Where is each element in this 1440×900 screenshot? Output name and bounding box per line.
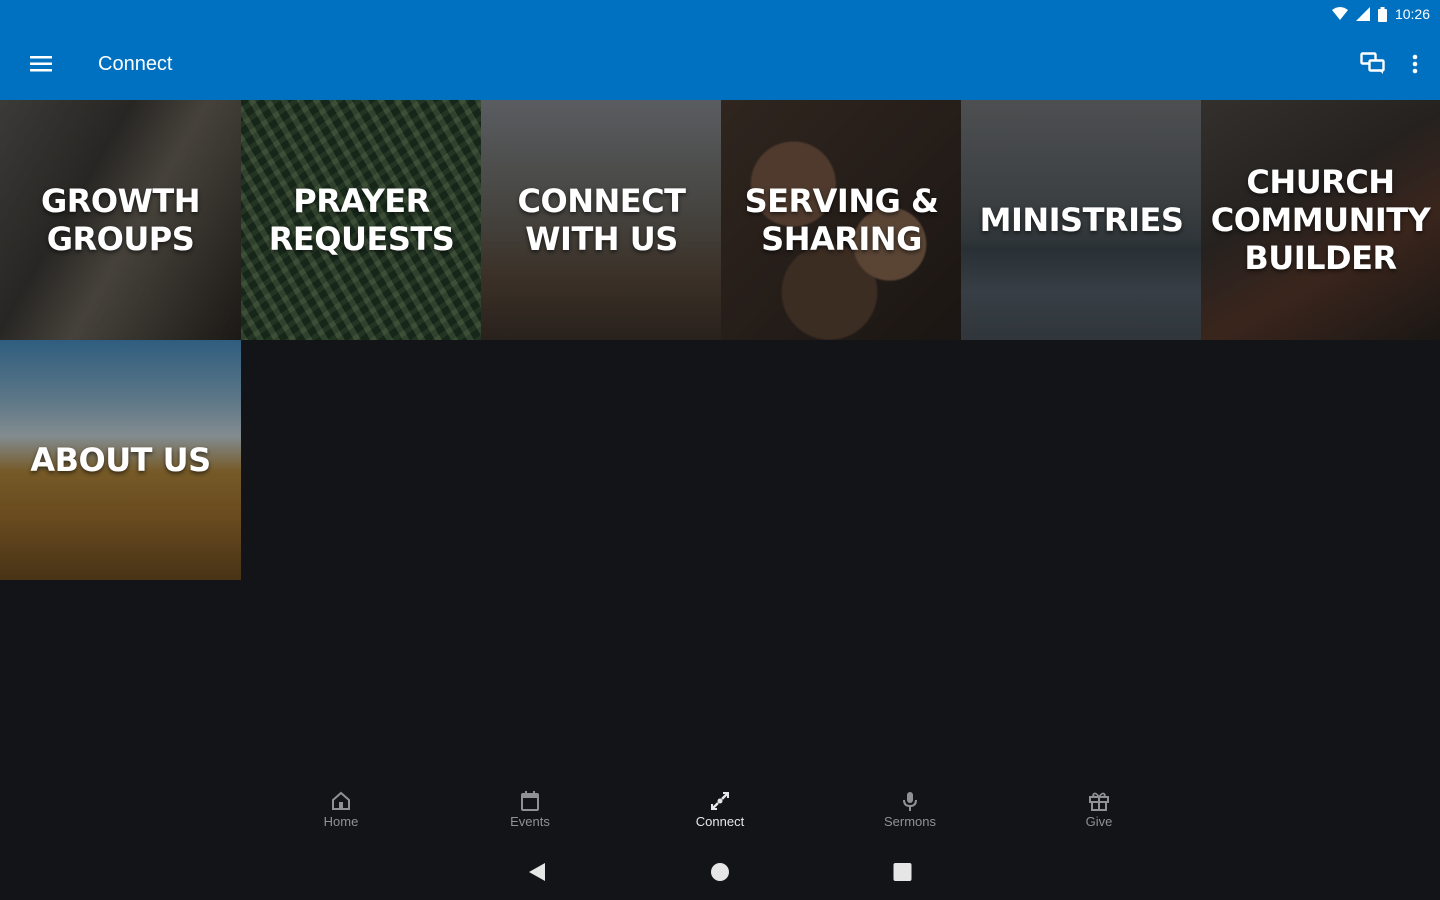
tile-label: Connect With Us	[517, 182, 686, 258]
tile-connect-with-us[interactable]: Connect With Us	[481, 100, 722, 340]
hamburger-menu-icon[interactable]	[0, 55, 82, 73]
nav-item-connect[interactable]: Connect	[660, 790, 780, 829]
nav-label: Give	[1085, 814, 1113, 829]
more-vert-icon[interactable]	[1412, 54, 1418, 74]
tile-church-community-builder[interactable]: Church Community Builder	[1201, 100, 1440, 340]
tile-ministries[interactable]: Ministries	[961, 100, 1202, 340]
tile-prayer-requests[interactable]: Prayer Requests	[241, 100, 482, 340]
page-title: Connect	[98, 52, 173, 75]
tile-about-us[interactable]: About Us	[0, 340, 241, 580]
nav-item-sermons[interactable]: Sermons	[850, 790, 970, 829]
microphone-icon	[903, 792, 917, 811]
status-bar: 10:26	[0, 0, 1440, 28]
tile-label: Ministries	[979, 201, 1184, 239]
nav-label: Home	[323, 814, 359, 829]
connect-icon	[711, 792, 729, 810]
nav-label: Events	[510, 814, 550, 829]
status-time: 10:26	[1394, 6, 1430, 22]
tile-label: About Us	[30, 441, 211, 479]
nav-item-home[interactable]: Home	[281, 790, 401, 829]
signal-icon	[1355, 7, 1370, 21]
nav-item-give[interactable]: Give	[1039, 790, 1159, 829]
back-icon[interactable]	[528, 862, 546, 887]
system-navigation-bar	[0, 850, 1440, 900]
tile-serving-sharing[interactable]: Serving & Sharing	[721, 100, 962, 340]
bottom-navigation: Home Events Connect Sermons Give	[0, 780, 1440, 844]
nav-label: Connect	[695, 814, 745, 829]
tile-label: Serving & Sharing	[744, 182, 939, 258]
wifi-icon	[1331, 7, 1348, 20]
gift-icon	[1089, 792, 1109, 811]
tile-label: Prayer Requests	[268, 182, 455, 258]
home-icon	[332, 791, 350, 810]
tile-label: Growth Groups	[40, 182, 201, 258]
tile-label: Church Community Builder	[1210, 163, 1431, 277]
app-bar: Connect	[0, 28, 1440, 100]
recents-icon[interactable]	[893, 862, 912, 887]
tile-growth-groups[interactable]: Growth Groups	[0, 100, 241, 340]
home-circle-icon[interactable]	[710, 862, 730, 887]
chat-icon[interactable]	[1360, 52, 1386, 76]
calendar-icon	[521, 791, 539, 811]
nav-label: Sermons	[883, 814, 937, 829]
nav-item-events[interactable]: Events	[470, 790, 590, 829]
battery-icon	[1377, 6, 1387, 22]
